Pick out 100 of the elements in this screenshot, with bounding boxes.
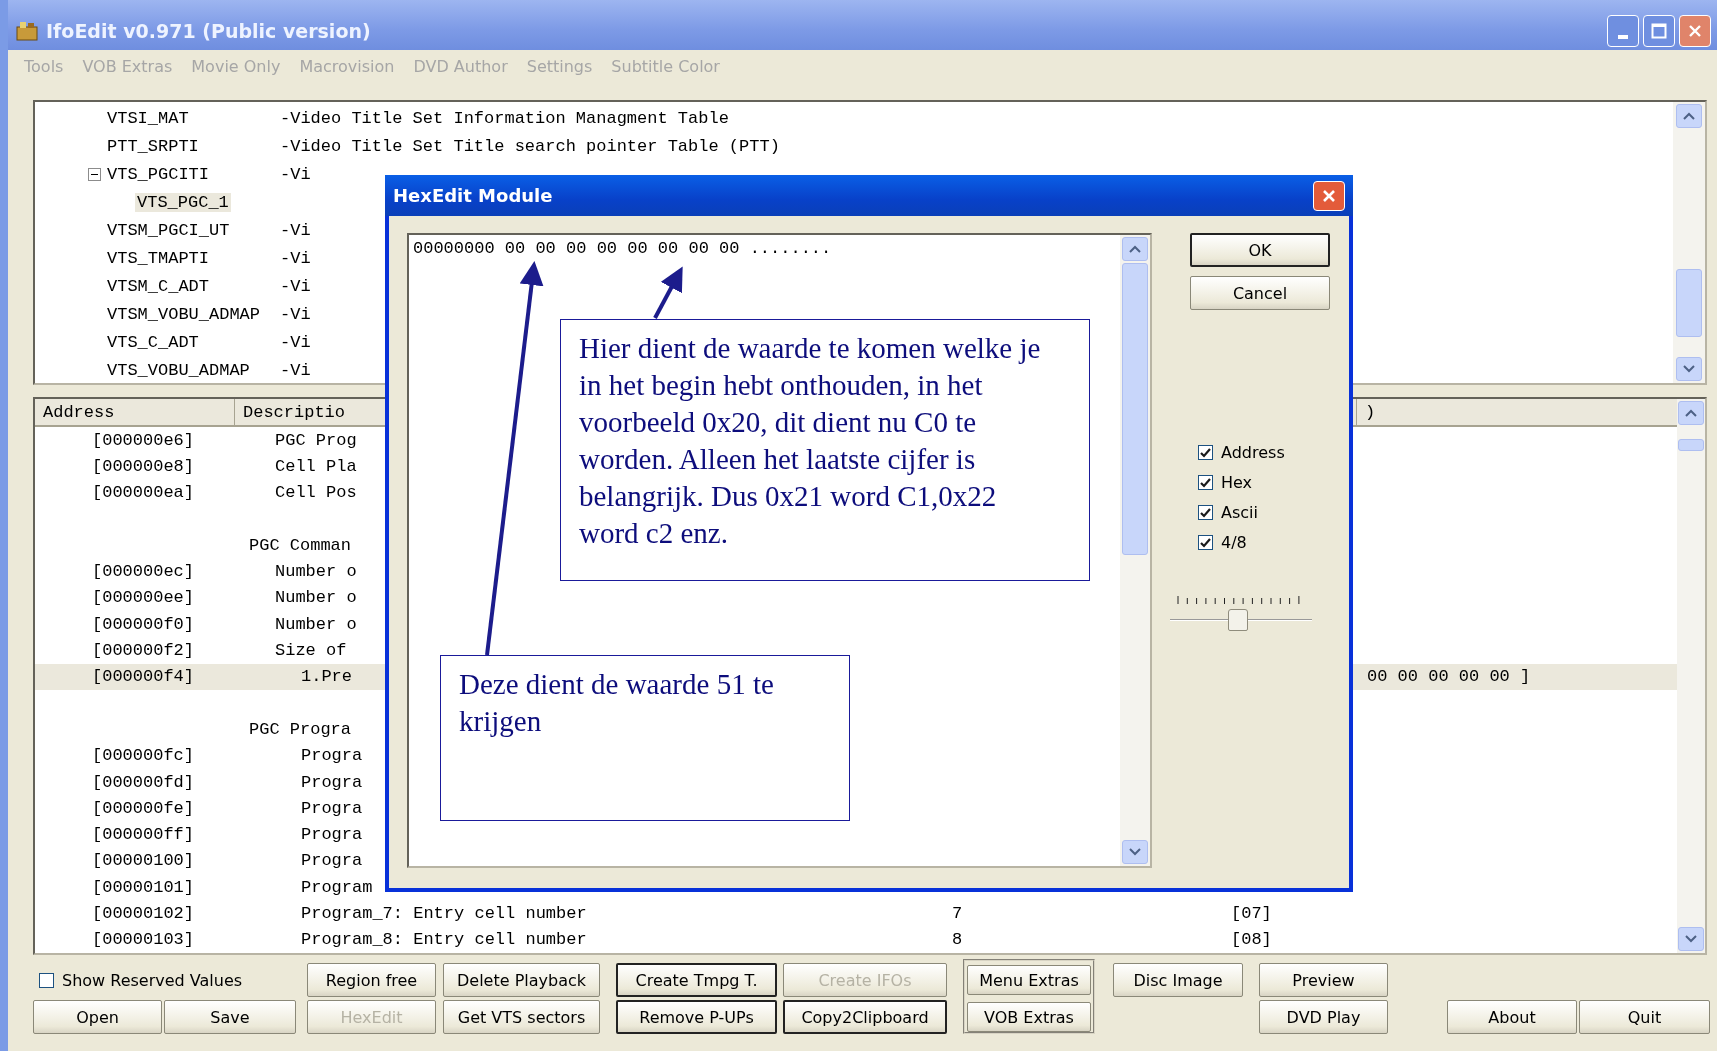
address-cell: [000000fc] bbox=[92, 746, 195, 766]
window-title: IfoEdit v0.971 (Public version) bbox=[46, 20, 372, 42]
checkbox[interactable] bbox=[1198, 535, 1213, 550]
tree-item[interactable]: VTS_VOBU_ADMAP bbox=[105, 360, 252, 380]
annotation-note: Deze dient de waarde 51 te krijgen bbox=[440, 655, 850, 821]
tree-item-description: -Video Title Set Information Managment Table bbox=[280, 108, 729, 128]
scrollbar-thumb[interactable] bbox=[1676, 268, 1702, 337]
checkbox-label: 4/8 bbox=[1221, 533, 1247, 552]
caret-up-icon bbox=[1685, 409, 1697, 417]
value-cell: 8 bbox=[952, 930, 963, 950]
tree-item[interactable]: VTSI_MAT bbox=[105, 108, 191, 128]
caret-up-icon bbox=[1129, 245, 1141, 253]
minimize-button[interactable] bbox=[1607, 15, 1639, 47]
annotation-note: Hier dient de waarde te komen welke je in het begin hebt onthouden, in het voorbeeld 0x20, dit dient nu C0 te worden. Alleen het laatste cijfer is belangrijk. Dus 0x21 word C1,0x22 word c2 enz. bbox=[560, 319, 1090, 581]
button[interactable]: Save bbox=[164, 1000, 296, 1034]
checkbox[interactable] bbox=[1198, 445, 1213, 460]
slider-thumb[interactable] bbox=[1228, 609, 1249, 631]
collapse-icon[interactable] bbox=[88, 167, 101, 181]
button[interactable]: Quit bbox=[1579, 1000, 1710, 1034]
button[interactable]: Delete Playback bbox=[443, 963, 600, 997]
tree-item-description: -Video Title Set Title search pointer Table (PTT) bbox=[280, 136, 780, 156]
scrollbar-thumb[interactable] bbox=[1678, 439, 1704, 451]
scroll-down-button[interactable] bbox=[1122, 840, 1148, 864]
hex-cell: [07] bbox=[1231, 904, 1272, 923]
button[interactable]: About bbox=[1447, 1000, 1577, 1034]
checkbox[interactable] bbox=[39, 972, 54, 988]
tree-item[interactable]: VTS_PGCITI bbox=[105, 164, 212, 184]
address-cell: [000000fe] bbox=[92, 798, 195, 818]
button[interactable]: Get VTS sectors bbox=[443, 1000, 600, 1034]
dialog-button[interactable]: OK bbox=[1190, 233, 1330, 267]
column-header[interactable]: ) bbox=[1357, 399, 1677, 425]
scroll-down-button[interactable] bbox=[1676, 357, 1702, 381]
button[interactable]: Remove P-UPs bbox=[616, 1000, 777, 1034]
description-cell: Number o bbox=[275, 614, 357, 634]
caret-up-icon bbox=[1683, 112, 1695, 120]
tree-item[interactable]: VTS_TMAPTI bbox=[105, 248, 212, 268]
address-cell: [000000e6] bbox=[92, 430, 195, 450]
button[interactable]: Copy2Clipboard bbox=[783, 1000, 947, 1034]
column-header[interactable]: Address bbox=[35, 399, 235, 425]
tree-item-description: -Vi bbox=[280, 164, 311, 184]
address-cell: [000000f2] bbox=[92, 641, 195, 660]
close-button[interactable] bbox=[1313, 180, 1345, 211]
description-cell: Program_7: Entry cell number bbox=[301, 904, 587, 923]
description-cell: Progra bbox=[301, 772, 363, 792]
description-cell: Program bbox=[301, 877, 373, 897]
tree-item[interactable]: VTS_C_ADT bbox=[105, 332, 201, 352]
tree-item[interactable]: VTSM_VOBU_ADMAP bbox=[105, 304, 263, 324]
close-button[interactable] bbox=[1679, 15, 1711, 47]
maximize-icon bbox=[1651, 23, 1667, 39]
address-cell: [000000ea] bbox=[92, 483, 195, 503]
address-cell: [000000e8] bbox=[92, 456, 195, 476]
address-cell: [000000f4] bbox=[92, 667, 195, 687]
dialog-button[interactable]: Cancel bbox=[1190, 276, 1330, 310]
tree-item[interactable]: VTS_PGC_1 bbox=[135, 192, 231, 212]
value-cell: 7 bbox=[952, 904, 963, 923]
tree-item-description: -Vi bbox=[280, 332, 311, 352]
address-cell: [000000ec] bbox=[92, 562, 195, 582]
tree-item-description: -Vi bbox=[280, 360, 311, 380]
scroll-up-button[interactable] bbox=[1122, 237, 1148, 261]
button[interactable]: Open bbox=[33, 1000, 162, 1034]
checkbox-label: Ascii bbox=[1221, 503, 1258, 522]
address-cell: [00000101] bbox=[92, 877, 195, 897]
button[interactable]: Menu Extras bbox=[967, 965, 1091, 995]
description-cell: Progra bbox=[301, 746, 363, 766]
tree-item[interactable]: VTSM_C_ADT bbox=[105, 276, 212, 296]
checkbox[interactable] bbox=[1198, 475, 1213, 490]
address-cell: [00000103] bbox=[92, 930, 195, 950]
description-cell: Cell Pla bbox=[275, 456, 357, 476]
checkbox[interactable] bbox=[1198, 505, 1213, 520]
description-cell: Number o bbox=[275, 588, 357, 608]
caret-down-icon bbox=[1685, 935, 1697, 943]
scroll-up-button[interactable] bbox=[1678, 401, 1704, 425]
button[interactable]: Create Tmpg T. bbox=[616, 963, 777, 997]
tree-item[interactable]: VTSM_PGCI_UT bbox=[105, 220, 232, 240]
description-cell: Program_8: Entry cell number bbox=[301, 930, 587, 950]
hex-cell: 00 00 00 00 00 ] bbox=[1367, 667, 1531, 687]
button[interactable]: Region free bbox=[307, 963, 436, 997]
button[interactable]: Preview bbox=[1259, 963, 1388, 997]
scrollbar-thumb[interactable] bbox=[1122, 263, 1148, 555]
description-cell: Number o bbox=[275, 562, 357, 582]
maximize-button[interactable] bbox=[1643, 15, 1675, 47]
close-icon bbox=[1688, 24, 1702, 38]
button[interactable]: VOB Extras bbox=[967, 1002, 1091, 1032]
tree-item-description: -Vi bbox=[280, 220, 311, 240]
checkbox-label: Show Reserved Values bbox=[62, 970, 243, 990]
description-cell: Size of bbox=[275, 641, 347, 660]
scroll-down-button[interactable] bbox=[1678, 927, 1704, 951]
button[interactable]: Disc Image bbox=[1113, 963, 1243, 997]
description-cell: Progra bbox=[301, 798, 363, 818]
dialog-title: HexEdit Module bbox=[393, 185, 554, 206]
section-heading: PGC Comman bbox=[249, 535, 352, 555]
close-icon bbox=[1321, 187, 1337, 204]
address-cell: [00000102] bbox=[92, 904, 195, 923]
description-cell: Progra bbox=[301, 825, 363, 845]
minimize-icon bbox=[1618, 35, 1628, 39]
description-cell: 1.Pre bbox=[301, 667, 352, 687]
checkbox-label: Hex bbox=[1221, 473, 1253, 492]
button[interactable]: DVD Play bbox=[1259, 1000, 1388, 1034]
tree-item[interactable]: PTT_SRPTI bbox=[105, 136, 201, 156]
scroll-up-button[interactable] bbox=[1676, 104, 1702, 128]
